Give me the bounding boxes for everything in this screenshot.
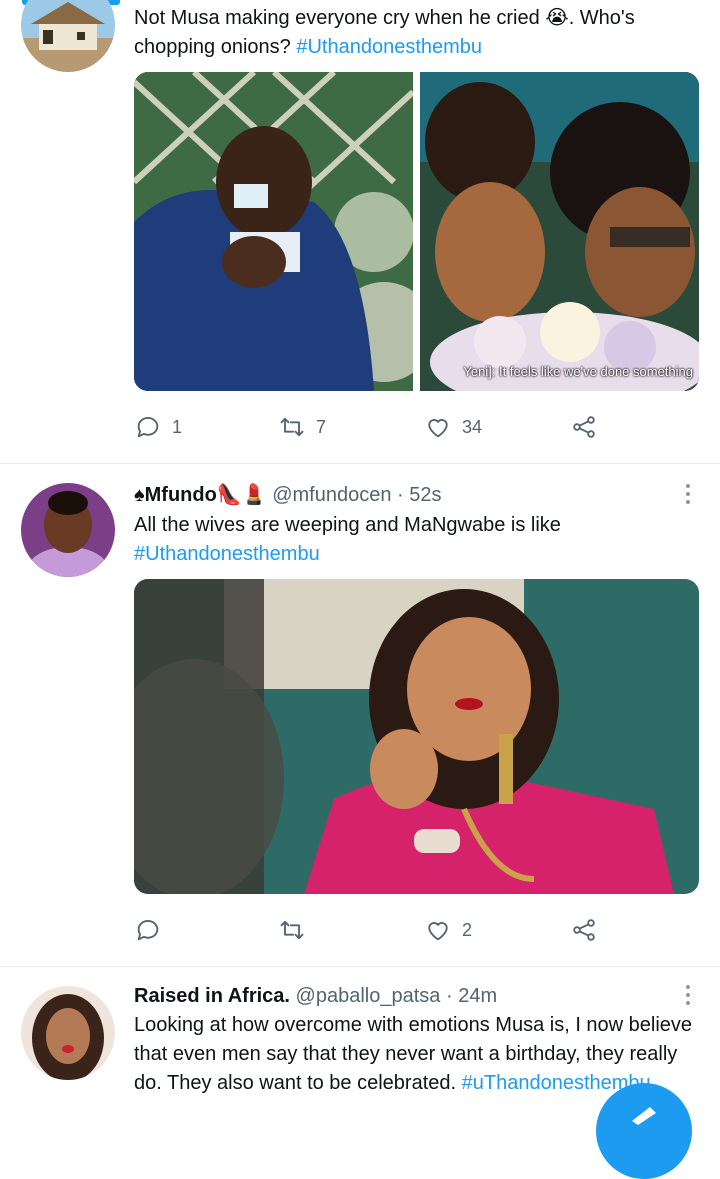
reply-icon bbox=[137, 920, 159, 941]
reply-button[interactable] bbox=[134, 915, 172, 945]
timestamp[interactable]: 52s bbox=[409, 484, 441, 506]
tweet-media-grid[interactable]: Yeni]: It feels like we've done somethin… bbox=[134, 72, 699, 391]
retweet-button[interactable] bbox=[278, 915, 316, 945]
media-image-left[interactable] bbox=[134, 72, 434, 391]
like-count: 34 bbox=[462, 416, 483, 437]
display-name[interactable]: Raised in Africa. bbox=[134, 985, 290, 1007]
more-options-button[interactable] bbox=[686, 484, 692, 504]
more-vertical-icon bbox=[686, 985, 690, 989]
crying-emoji: 😭 bbox=[545, 7, 569, 29]
timestamp[interactable]: 24m bbox=[458, 985, 497, 1007]
tweet-2[interactable]: ♠Mfundo👠💄 @mfundocen · 52s All the wives… bbox=[0, 464, 720, 966]
media-image-right[interactable]: Yeni]: It feels like we've done somethin… bbox=[420, 72, 699, 391]
share-button[interactable] bbox=[570, 915, 598, 945]
retweet-icon bbox=[280, 920, 304, 940]
more-options-button[interactable] bbox=[686, 985, 692, 1005]
tweet-header: Raised in Africa. @paballo_patsa · 24m bbox=[134, 983, 497, 1009]
tweet-text: All the wives are weeping and MaNgwabe i… bbox=[134, 514, 561, 565]
reply-count: 1 bbox=[172, 416, 183, 437]
avatar[interactable] bbox=[21, 483, 115, 577]
retweet-button[interactable]: 7 bbox=[278, 412, 326, 442]
tweet-media-image[interactable] bbox=[134, 579, 699, 894]
retweet-icon bbox=[280, 417, 304, 437]
username[interactable]: @paballo_patsa bbox=[296, 985, 441, 1007]
more-vertical-icon bbox=[686, 484, 690, 488]
tweet-text: Looking at how overcome with emotions Mu… bbox=[134, 1014, 693, 1094]
avatar[interactable] bbox=[21, 986, 115, 1080]
username[interactable]: @mfundocen bbox=[272, 484, 391, 506]
tweet-actions: 2 bbox=[134, 915, 614, 945]
like-button[interactable]: 34 bbox=[424, 412, 482, 442]
reply-icon bbox=[137, 417, 159, 438]
hashtag-link[interactable]: #Uthandonesthembu bbox=[296, 36, 482, 58]
share-icon bbox=[573, 416, 595, 438]
compose-tweet-button[interactable] bbox=[596, 1083, 692, 1179]
avatar[interactable] bbox=[21, 0, 115, 72]
display-name[interactable]: ♠Mfundo👠💄 bbox=[134, 484, 267, 506]
retweet-count: 7 bbox=[316, 416, 327, 437]
share-icon bbox=[573, 919, 595, 941]
tweet-1[interactable]: Not Musa making everyone cry when he cri… bbox=[0, 0, 720, 463]
tweet-text: Not Musa making everyone cry when he cri… bbox=[134, 7, 635, 58]
reply-button[interactable]: 1 bbox=[134, 412, 182, 442]
hashtag-link[interactable]: #Uthandonesthembu bbox=[134, 543, 320, 565]
image-caption: Yeni]: It feels like we've done somethin… bbox=[463, 364, 693, 379]
tweet-header: ♠Mfundo👠💄 @mfundocen · 52s bbox=[134, 482, 442, 508]
tweet-actions: 1 7 34 bbox=[134, 412, 614, 442]
separator-dot: · bbox=[397, 484, 404, 506]
heart-icon bbox=[428, 419, 448, 438]
like-count: 2 bbox=[462, 919, 473, 940]
share-button[interactable] bbox=[570, 412, 598, 442]
compose-tweet-icon bbox=[632, 1107, 656, 1125]
like-button[interactable]: 2 bbox=[424, 915, 472, 945]
heart-icon bbox=[428, 922, 448, 941]
separator-dot: · bbox=[445, 985, 453, 1007]
